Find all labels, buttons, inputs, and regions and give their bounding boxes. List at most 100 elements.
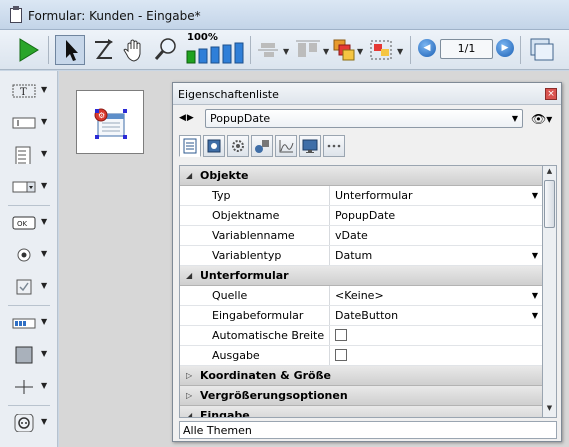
line-tool[interactable]: ▼ bbox=[8, 375, 54, 399]
tab-settings[interactable] bbox=[227, 135, 249, 157]
shapes-icon bbox=[255, 140, 269, 153]
close-icon[interactable]: × bbox=[545, 88, 557, 100]
tab-display[interactable] bbox=[299, 135, 321, 157]
property-row-variablenname[interactable]: Variablenname vDate bbox=[180, 226, 542, 246]
list-tool[interactable]: ▼ bbox=[8, 143, 54, 167]
views-icon[interactable] bbox=[527, 35, 555, 65]
property-row-ausgabe-unterformular[interactable]: Ausgabe Unterfomular bbox=[180, 346, 542, 381]
property-value: <Keine> bbox=[335, 289, 384, 302]
panel-title: Eigenschaftenliste bbox=[178, 88, 279, 101]
property-name: Quelle bbox=[180, 286, 330, 305]
button-tool[interactable]: OK ▼ bbox=[8, 211, 54, 235]
toolbar: 100% ▼ ▼ ▼ ▼ ◀ 1/1 ▶ bbox=[0, 30, 569, 70]
plugin-tool[interactable]: ▼ bbox=[8, 411, 54, 435]
chevron-down-icon[interactable]: ▼ bbox=[41, 417, 47, 426]
list-view-icon bbox=[183, 138, 197, 154]
property-value: Unterformular bbox=[335, 189, 413, 202]
chevron-down-icon[interactable]: ▼ bbox=[41, 85, 47, 94]
chevron-down-icon[interactable]: ▼ bbox=[357, 47, 363, 56]
chevron-down-icon[interactable]: ▼ bbox=[323, 47, 329, 56]
theme-filter-bar[interactable]: Alle Themen bbox=[179, 421, 557, 439]
object-select[interactable]: PopupDate ▼ bbox=[205, 109, 523, 128]
next-page-icon[interactable]: ▶ bbox=[496, 39, 514, 57]
arrow-icon[interactable] bbox=[55, 35, 85, 65]
subform-object[interactable]: ⚙ bbox=[76, 90, 144, 154]
property-row-quelle[interactable]: Quelle <Keine> ▼ bbox=[180, 286, 542, 306]
property-row-typ[interactable]: Typ Unterformular ▼ bbox=[180, 186, 542, 206]
panel-title-bar[interactable]: Eigenschaftenliste × bbox=[173, 83, 561, 105]
object-selector-row: ◀▶ PopupDate ▼ 👁▾ bbox=[173, 107, 561, 131]
checkbox[interactable] bbox=[335, 329, 347, 341]
zoom-icon[interactable] bbox=[152, 35, 180, 65]
property-row-eingabeformular[interactable]: Eingabeformular DateButton ▼ bbox=[180, 306, 542, 326]
align-icon[interactable] bbox=[255, 35, 281, 65]
distribute-icon[interactable] bbox=[293, 35, 323, 65]
graph-icon bbox=[279, 140, 294, 153]
section-unterformular[interactable]: ◢ Unterformular bbox=[180, 266, 542, 286]
section-objekte[interactable]: ◢ Objekte bbox=[180, 166, 542, 186]
expand-triangle-icon: ▷ bbox=[186, 391, 193, 400]
chevron-down-icon[interactable]: ▼ bbox=[41, 217, 47, 226]
tab-objects[interactable] bbox=[203, 135, 225, 157]
section-koordinaten[interactable]: ▷ Koordinaten & Größe bbox=[180, 366, 542, 386]
chevron-down-icon[interactable]: ▼ bbox=[397, 47, 403, 56]
property-name: Typ bbox=[180, 186, 330, 205]
tab-graph[interactable] bbox=[275, 135, 297, 157]
tab-shapes[interactable] bbox=[251, 135, 273, 157]
zoom-bars-icon[interactable] bbox=[185, 35, 247, 65]
property-row-variablentyp[interactable]: Variablentyp Datum ▼ bbox=[180, 246, 542, 266]
property-row-automatische-breite[interactable]: Automatische Breite bbox=[180, 326, 542, 346]
chevron-down-icon[interactable]: ▼ bbox=[41, 349, 47, 358]
collapse-triangle-icon: ◢ bbox=[186, 171, 193, 180]
section-label: Unterformular bbox=[200, 269, 289, 282]
title-bar: Formular: Kunden - Eingabe* bbox=[0, 0, 569, 30]
field-tool-icon bbox=[12, 117, 36, 129]
hand-icon[interactable] bbox=[121, 35, 147, 65]
tab-list-view[interactable] bbox=[179, 135, 201, 157]
text-tool[interactable]: T ▼ bbox=[8, 79, 54, 103]
property-value-field[interactable]: vDate bbox=[331, 226, 542, 245]
group-icon[interactable] bbox=[369, 35, 395, 65]
scroll-down-icon[interactable]: ▼ bbox=[544, 404, 555, 416]
property-value-dropdown[interactable]: DateButton ▼ bbox=[331, 306, 542, 325]
chevron-down-icon[interactable]: ▼ bbox=[283, 47, 289, 56]
combo-tool[interactable]: ▼ bbox=[8, 175, 54, 199]
section-eingabe[interactable]: ◢ Eingabe bbox=[180, 406, 542, 417]
field-tool[interactable]: ▼ bbox=[8, 111, 54, 135]
property-row-objektname[interactable]: Objektname PopupDate bbox=[180, 206, 542, 226]
palette-separator bbox=[8, 305, 50, 306]
chevron-down-icon[interactable]: ▼ bbox=[41, 381, 47, 390]
chevron-down-icon[interactable]: ▼ bbox=[41, 181, 47, 190]
scroll-thumb[interactable] bbox=[544, 180, 555, 228]
navigation-arrows-icon[interactable]: ◀▶ bbox=[179, 113, 195, 123]
radio-tool[interactable]: ▼ bbox=[8, 243, 54, 267]
indicator-tool[interactable]: ▼ bbox=[8, 311, 54, 335]
chevron-down-icon[interactable]: ▼ bbox=[41, 317, 47, 326]
vertical-scrollbar[interactable]: ▲ ▼ bbox=[543, 165, 557, 418]
combo-tool-icon bbox=[12, 181, 36, 193]
subform-calendar-icon: ⚙ bbox=[94, 108, 127, 139]
chevron-down-icon[interactable]: ▼ bbox=[41, 281, 47, 290]
arrange-icon[interactable] bbox=[332, 35, 356, 65]
property-value-dropdown[interactable]: <Keine> ▼ bbox=[331, 286, 542, 305]
scroll-up-icon[interactable]: ▲ bbox=[544, 167, 555, 179]
checkbox[interactable] bbox=[335, 349, 347, 361]
chevron-down-icon[interactable]: ▼ bbox=[41, 149, 47, 158]
order-icon[interactable] bbox=[90, 35, 116, 65]
property-value-dropdown[interactable]: Unterformular ▼ bbox=[331, 186, 542, 205]
toolbar-separator bbox=[520, 36, 521, 64]
object-icon bbox=[207, 139, 221, 153]
property-value-field[interactable]: PopupDate bbox=[331, 206, 542, 225]
run-icon[interactable] bbox=[14, 35, 42, 65]
chevron-down-icon[interactable]: ▼ bbox=[41, 249, 47, 258]
eye-icon[interactable]: 👁▾ bbox=[531, 112, 552, 126]
tab-more[interactable] bbox=[323, 135, 345, 157]
section-vergroesserung[interactable]: ▷ Vergrößerungsoptionen bbox=[180, 386, 542, 406]
property-value-dropdown[interactable]: Datum ▼ bbox=[331, 246, 542, 265]
property-value: Datum bbox=[335, 249, 373, 262]
prev-page-icon[interactable]: ◀ bbox=[418, 39, 436, 57]
chevron-down-icon[interactable]: ▼ bbox=[41, 117, 47, 126]
checkbox-tool[interactable]: ▼ bbox=[8, 275, 54, 299]
window-title: Formular: Kunden - Eingabe* bbox=[28, 9, 201, 23]
rectangle-tool[interactable]: ▼ bbox=[8, 343, 54, 367]
